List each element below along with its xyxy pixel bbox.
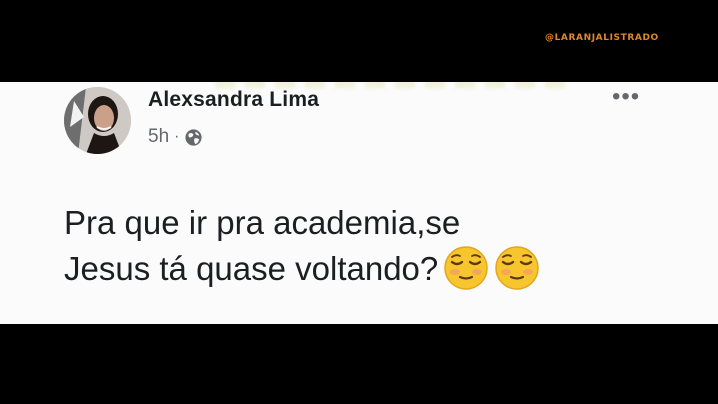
post-text-line-1: Pra que ir pra academia,se [64,200,540,245]
post-meta: 5h · [148,126,203,148]
watermark-text: @LARANJALISTRADO [545,33,659,43]
relieved-face-emoji [494,245,540,291]
author-name[interactable]: Alexsandra Lima [148,88,319,112]
post-text-line-2-text: Jesus tá quase voltando? [64,249,439,287]
post-time[interactable]: 5h [148,126,169,148]
globe-icon [184,128,203,147]
post-card: Alexsandra Lima 5h · ••• Pra que ir pra … [0,82,718,324]
post-text: Pra que ir pra academia,se Jesus tá quas… [64,200,540,291]
post-text-line-2: Jesus tá quase voltando? [64,245,540,291]
post-text-line-1-text: Pra que ir pra academia,se [64,204,461,241]
meta-separator: · [174,128,180,145]
relieved-face-emoji [443,245,489,291]
more-options-icon[interactable]: ••• [612,85,640,109]
avatar[interactable] [64,87,131,154]
